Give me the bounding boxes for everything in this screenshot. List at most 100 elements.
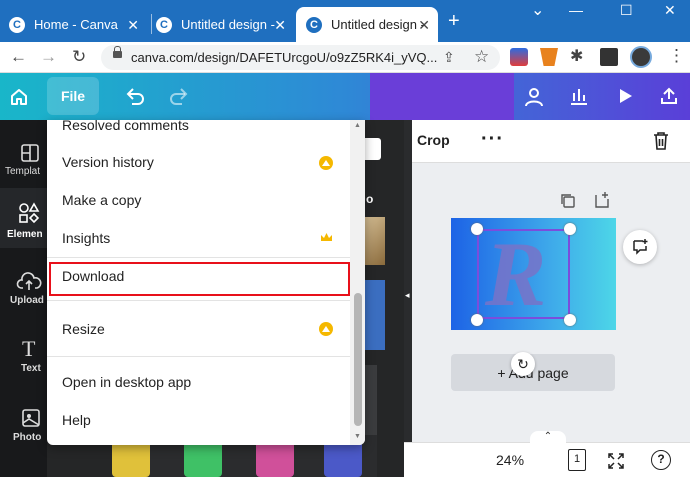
browser-toolbar: ← → ↻ canva.com/design/DAFETUrcgoU/o9zZ5… [0, 42, 690, 73]
design-page[interactable]: R [451, 218, 616, 330]
home-icon[interactable] [9, 87, 29, 107]
help-icon[interactable]: ? [651, 450, 671, 470]
rail-label: Elemen [7, 229, 43, 240]
menu-item-resolved-comments[interactable]: Resolved comments [62, 120, 189, 133]
chevron-left-icon: ◂ [405, 290, 410, 300]
page-count[interactable]: 1 [568, 449, 586, 471]
templates-icon [21, 144, 39, 162]
elements-icon [19, 202, 40, 224]
close-tab-icon[interactable]: ✕ [274, 17, 286, 34]
menu-divider [47, 300, 350, 301]
crop-button[interactable]: Crop [417, 132, 450, 148]
tab-untitled-design-active[interactable]: C Untitled design - ✕ [296, 7, 438, 42]
premium-crown-icon [319, 322, 333, 336]
text-icon: T [22, 336, 36, 361]
panel-collapse-handle[interactable]: ◂ [404, 120, 412, 477]
left-rail: Templat Elemen Upload T Text Photo [0, 120, 47, 477]
avatar[interactable] [630, 46, 652, 68]
url-text: canva.com/design/DAFETUrcgoU/o9zZ5RK4i_y… [131, 50, 438, 65]
metamask-icon[interactable] [540, 48, 558, 66]
undo-icon[interactable] [124, 86, 146, 106]
element-thumbnail[interactable] [184, 440, 222, 477]
redo-icon[interactable] [168, 86, 190, 106]
rail-label: Photo [13, 432, 42, 443]
share-people-icon[interactable] [522, 85, 546, 109]
rail-item-elements[interactable]: Elemen [0, 188, 47, 248]
rail-item-photos[interactable]: Photo [0, 396, 47, 456]
star-icon[interactable]: ☆ [474, 47, 489, 67]
rail-item-templates[interactable]: Templat [0, 130, 47, 190]
menu-item-make-a-copy[interactable]: Make a copy [62, 192, 141, 208]
browser-tab-strip: C Home - Canva ✕ C Untitled design - ✕ C… [0, 0, 690, 42]
tab-title: Home - Canva [34, 17, 118, 32]
tab-divider [151, 14, 152, 34]
upload-share-icon[interactable] [658, 85, 680, 107]
scroll-up-arrow-icon[interactable]: ▲ [354, 122, 361, 129]
comment-button[interactable] [623, 230, 657, 264]
element-thumbnail[interactable] [324, 440, 362, 477]
canva-favicon-icon: C [156, 16, 172, 33]
file-menu-button[interactable]: File [47, 77, 99, 115]
resize-handle[interactable] [564, 314, 576, 326]
sidepanel-icon[interactable] [600, 48, 618, 66]
address-bar[interactable]: canva.com/design/DAFETUrcgoU/o9zZ5RK4i_y… [101, 45, 500, 70]
menu-scrollbar[interactable]: ▲ ▼ [350, 120, 365, 445]
scroll-down-arrow-icon[interactable]: ▼ [354, 433, 361, 440]
canva-favicon-icon: C [306, 16, 322, 33]
maximize-icon[interactable]: ☐ [620, 2, 633, 19]
ellipsis-icon[interactable]: ··· [481, 128, 504, 151]
tab-title: Untitled design - [331, 17, 425, 32]
menu-item-insights[interactable]: Insights [62, 230, 110, 246]
element-thumbnail[interactable] [256, 440, 294, 477]
tab-untitled-design-1[interactable]: C Untitled design - ✕ [156, 7, 294, 42]
scrollbar-thumb[interactable] [354, 293, 362, 426]
menu-item-download[interactable]: Download [62, 268, 124, 284]
resize-handle[interactable] [564, 223, 576, 235]
close-tab-icon[interactable]: ✕ [418, 17, 430, 34]
rail-item-uploads[interactable]: Upload [0, 260, 47, 320]
resize-handle[interactable] [471, 223, 483, 235]
premium-crown-icon [319, 156, 333, 170]
menu-item-version-history[interactable]: Version history [62, 154, 154, 170]
rotate-icon[interactable]: ↻ [511, 352, 535, 376]
fullscreen-icon[interactable] [607, 452, 625, 470]
menu-divider [47, 257, 350, 258]
chevron-up-icon[interactable]: ⌃ [530, 431, 566, 443]
menu-divider [47, 356, 350, 357]
back-arrow-icon[interactable]: ← [10, 47, 27, 67]
menu-item-open-in-desktop-app[interactable]: Open in desktop app [62, 374, 191, 390]
rail-label: Text [21, 363, 41, 374]
editor-footer: ⌃ 24% 1 ? [404, 431, 690, 477]
reload-icon[interactable]: ↻ [72, 47, 86, 67]
duplicate-page-icon[interactable] [560, 193, 576, 209]
forward-arrow-icon[interactable]: → [40, 47, 57, 67]
zoom-level[interactable]: 24% [496, 452, 524, 468]
rail-item-text[interactable]: T Text [0, 328, 47, 388]
minimize-icon[interactable]: — [569, 2, 583, 18]
design-letter: R [485, 223, 547, 325]
insights-chart-icon[interactable] [568, 85, 590, 107]
add-page-icon[interactable] [594, 191, 610, 209]
tab-title: Untitled design - [181, 17, 275, 32]
puzzle-icon[interactable]: ✱ [570, 46, 583, 66]
tab-home-canva[interactable]: C Home - Canva ✕ [9, 7, 147, 42]
present-play-icon[interactable] [615, 86, 635, 106]
menu-item-resize[interactable]: Resize [62, 321, 105, 337]
resize-handle[interactable] [471, 314, 483, 326]
photos-icon [22, 409, 40, 427]
trash-icon[interactable] [652, 131, 670, 151]
extension-icon[interactable] [510, 48, 528, 66]
close-window-icon[interactable]: ✕ [664, 2, 676, 19]
chevron-down-icon[interactable]: ⌄ [531, 0, 544, 20]
share-icon[interactable]: ⇪ [443, 49, 455, 66]
header-title-area [370, 73, 514, 120]
canva-favicon-icon: C [9, 16, 25, 33]
plus-icon[interactable]: + [448, 10, 460, 33]
close-tab-icon[interactable]: ✕ [127, 17, 139, 34]
editor-header: File [0, 73, 690, 120]
element-thumbnail[interactable] [112, 440, 150, 477]
file-menu: Resolved comments Version history Make a… [47, 120, 365, 445]
kebab-menu-icon[interactable]: ⋮ [668, 46, 685, 66]
menu-item-help[interactable]: Help [62, 412, 91, 428]
selected-element[interactable]: R [477, 223, 570, 325]
